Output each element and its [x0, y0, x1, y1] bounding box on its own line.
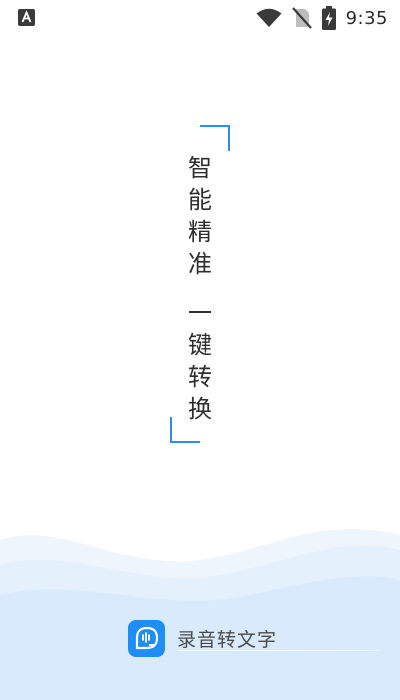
status-bar: 9:35 — [0, 0, 400, 36]
slogan-char: 准 — [188, 250, 212, 278]
app-name: 录音转文字 — [177, 628, 278, 651]
wifi-icon — [256, 8, 282, 27]
slogan-char: 一 — [188, 299, 212, 327]
speech-bubble-soundwave-icon — [128, 619, 165, 657]
slogan-char: 键 — [188, 331, 212, 359]
slogan-line-1: 智 能 精 准 — [184, 152, 216, 280]
corner-bracket-top-right — [200, 125, 230, 151]
slogan: 智 能 精 准 一 键 转 换 — [170, 125, 230, 445]
divider — [178, 650, 380, 651]
brand: 录音转文字 — [128, 618, 277, 658]
slogan-char: 精 — [188, 218, 212, 246]
slogan-char: 能 — [188, 186, 212, 214]
corner-bracket-bottom-left — [170, 417, 200, 443]
slogan-char: 转 — [188, 363, 212, 391]
battery-charging-icon — [321, 6, 336, 30]
no-sim-icon — [291, 7, 312, 29]
status-icons: 9:35 — [256, 4, 388, 32]
slogan-char: 智 — [188, 154, 212, 182]
accessibility-a-icon — [18, 9, 35, 26]
slogan-line-2: 一 键 转 换 — [184, 297, 216, 425]
clock: 9:35 — [345, 7, 388, 29]
wave-background — [0, 528, 400, 700]
